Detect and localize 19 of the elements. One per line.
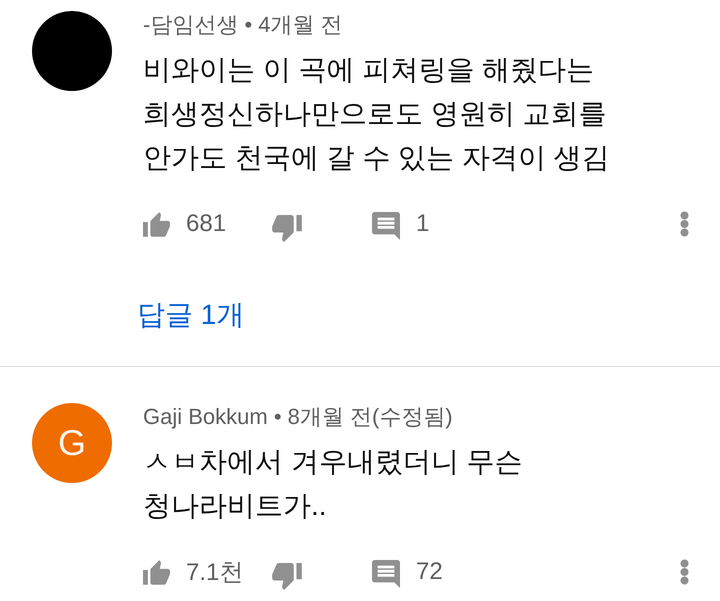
thumbs-up-icon <box>143 560 170 584</box>
comment-text: 비와이는 이 곡에 피쳐링을 해줬다는 희생정신하나만으로도 영원히 교회를 안가도 천국에 갈 수 있는 자격이 생김 <box>143 53 610 175</box>
more-icon <box>680 211 689 237</box>
more-button[interactable] <box>680 559 689 585</box>
comment-meta: -담임선생 • 4개월 전 <box>143 11 343 39</box>
reply-button[interactable]: 72 <box>372 552 443 592</box>
more-icon <box>680 559 689 585</box>
comment-icon <box>372 560 400 588</box>
reply-button[interactable]: 1 <box>372 204 430 244</box>
view-replies-link[interactable]: 답글 1개 <box>137 295 244 335</box>
like-button[interactable]: 7.1천 <box>143 552 272 592</box>
comment-meta: Gaji Bokkum • 8개월 전(수정됨) <box>143 403 453 431</box>
thumbs-down-icon <box>272 562 302 590</box>
like-button[interactable]: 681 <box>143 204 272 244</box>
more-button[interactable] <box>680 211 689 237</box>
thumbs-up-icon <box>143 212 170 236</box>
comment-text: ㅅㅂ차에서 겨우내렸더니 무슨 청나라비트가.. <box>143 445 523 523</box>
comment-icon <box>372 212 400 240</box>
thumbs-down-icon <box>272 214 302 242</box>
